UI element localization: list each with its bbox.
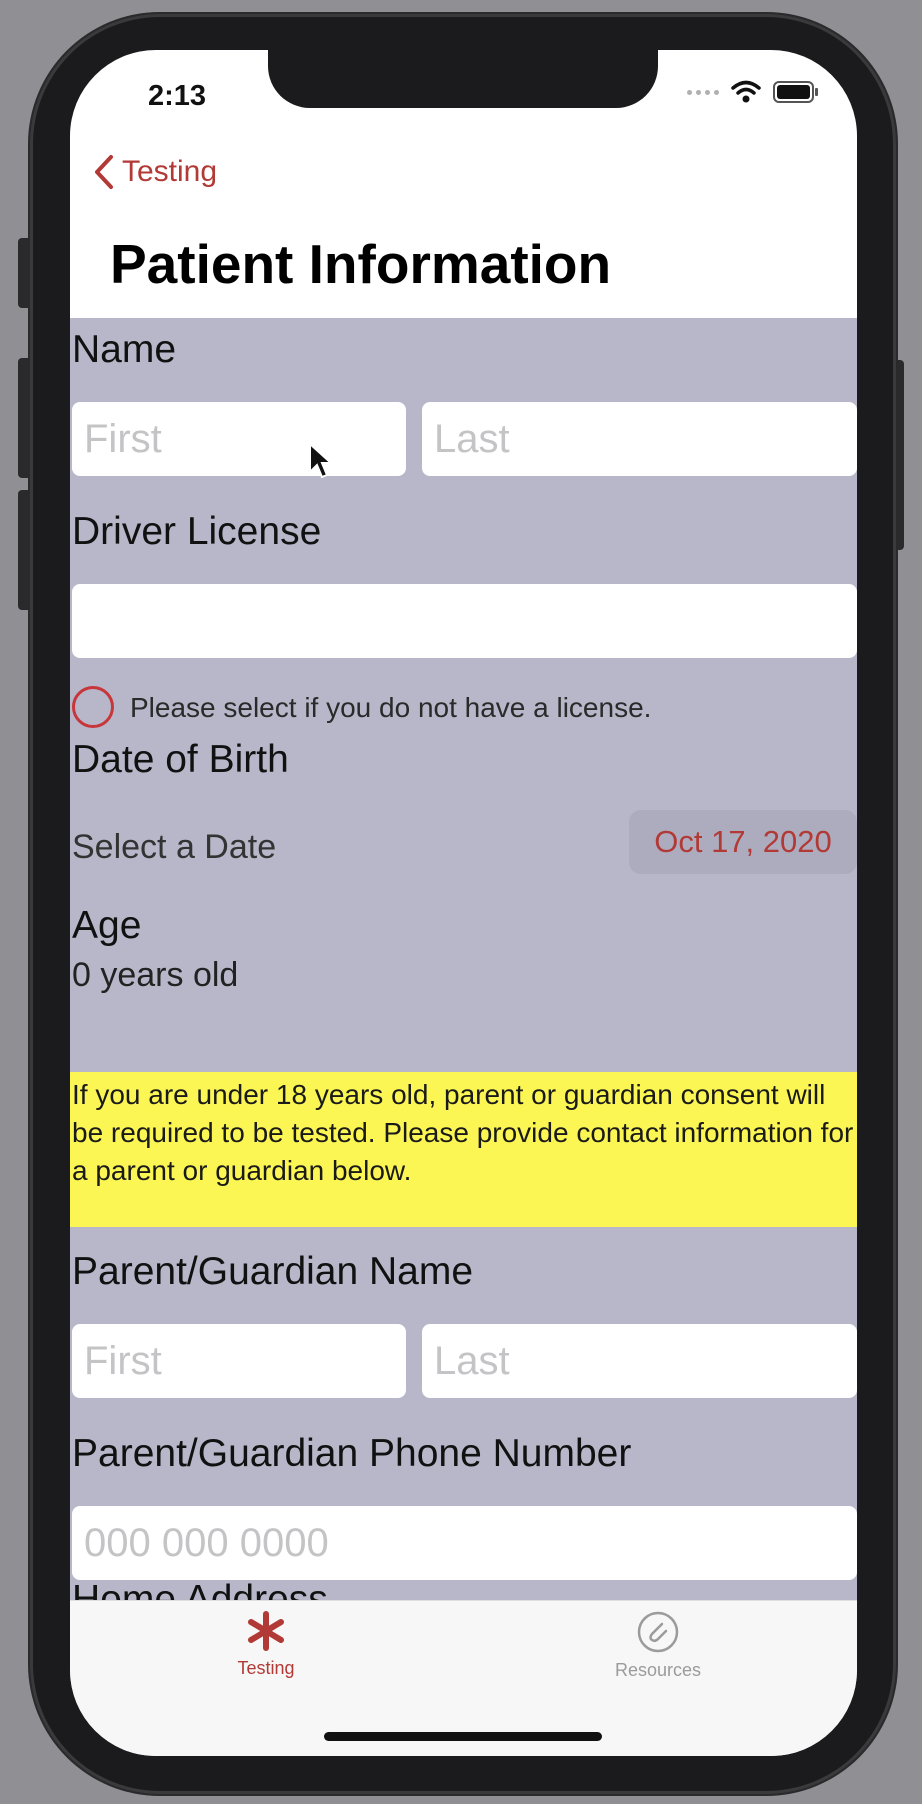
driver-license-field[interactable] [72,584,857,658]
last-name-field[interactable]: Last [422,402,857,476]
guardian-last-placeholder: Last [434,1338,510,1383]
first-name-placeholder: First [84,416,162,461]
no-license-radio[interactable] [72,686,114,728]
guardian-phone-field[interactable]: 000 000 0000 [72,1506,857,1580]
mouse-cursor-icon [309,442,334,479]
first-name-field[interactable]: First [72,402,406,476]
tab-testing-label: Testing [237,1658,295,1678]
status-time: 2:13 [148,80,207,112]
dob-label: Date of Birth [72,738,289,781]
notch [268,50,658,108]
phone-screen: 2:13 Testing Patient Information Name Fi… [70,50,857,1756]
guardian-last-name-field[interactable]: Last [422,1324,857,1398]
chevron-left-icon [95,155,113,189]
tab-testing[interactable]: Testing [186,1611,346,1679]
patient-form: Name First Last Driver License Please se… [70,318,857,1600]
asterisk-icon [248,1611,284,1651]
last-name-placeholder: Last [434,416,510,461]
cellular-signal-icon [687,89,719,95]
age-value: 0 years old [72,956,239,994]
date-picker-button[interactable]: Oct 17, 2020 [629,810,857,874]
guardian-first-placeholder: First [84,1338,162,1383]
name-label: Name [72,328,177,371]
age-label: Age [72,904,142,947]
home-indicator [324,1732,602,1741]
guardian-phone-label: Parent/Guardian Phone Number [72,1432,632,1475]
back-button-label: Testing [122,155,218,188]
date-picker-value: Oct 17, 2020 [654,824,832,859]
tab-resources-label: Resources [614,1660,702,1680]
tab-resources[interactable]: Resources [578,1611,738,1681]
guardian-name-label: Parent/Guardian Name [72,1250,474,1293]
no-license-label: Please select if you do not have a licen… [130,692,652,723]
wifi-icon [731,80,761,104]
status-icons [687,80,819,104]
back-button[interactable]: Testing [92,154,217,190]
battery-icon [773,81,819,103]
paperclip-icon [637,1611,679,1653]
page-title: Patient Information [110,233,612,295]
guardian-phone-placeholder: 000 000 0000 [84,1520,329,1565]
guardian-first-name-field[interactable]: First [72,1324,406,1398]
home-address-label: Home Address [72,1578,328,1600]
select-date-label: Select a Date [72,828,277,866]
driver-license-label: Driver License [72,510,322,553]
guardian-consent-notice: If you are under 18 years old, parent or… [70,1072,857,1227]
